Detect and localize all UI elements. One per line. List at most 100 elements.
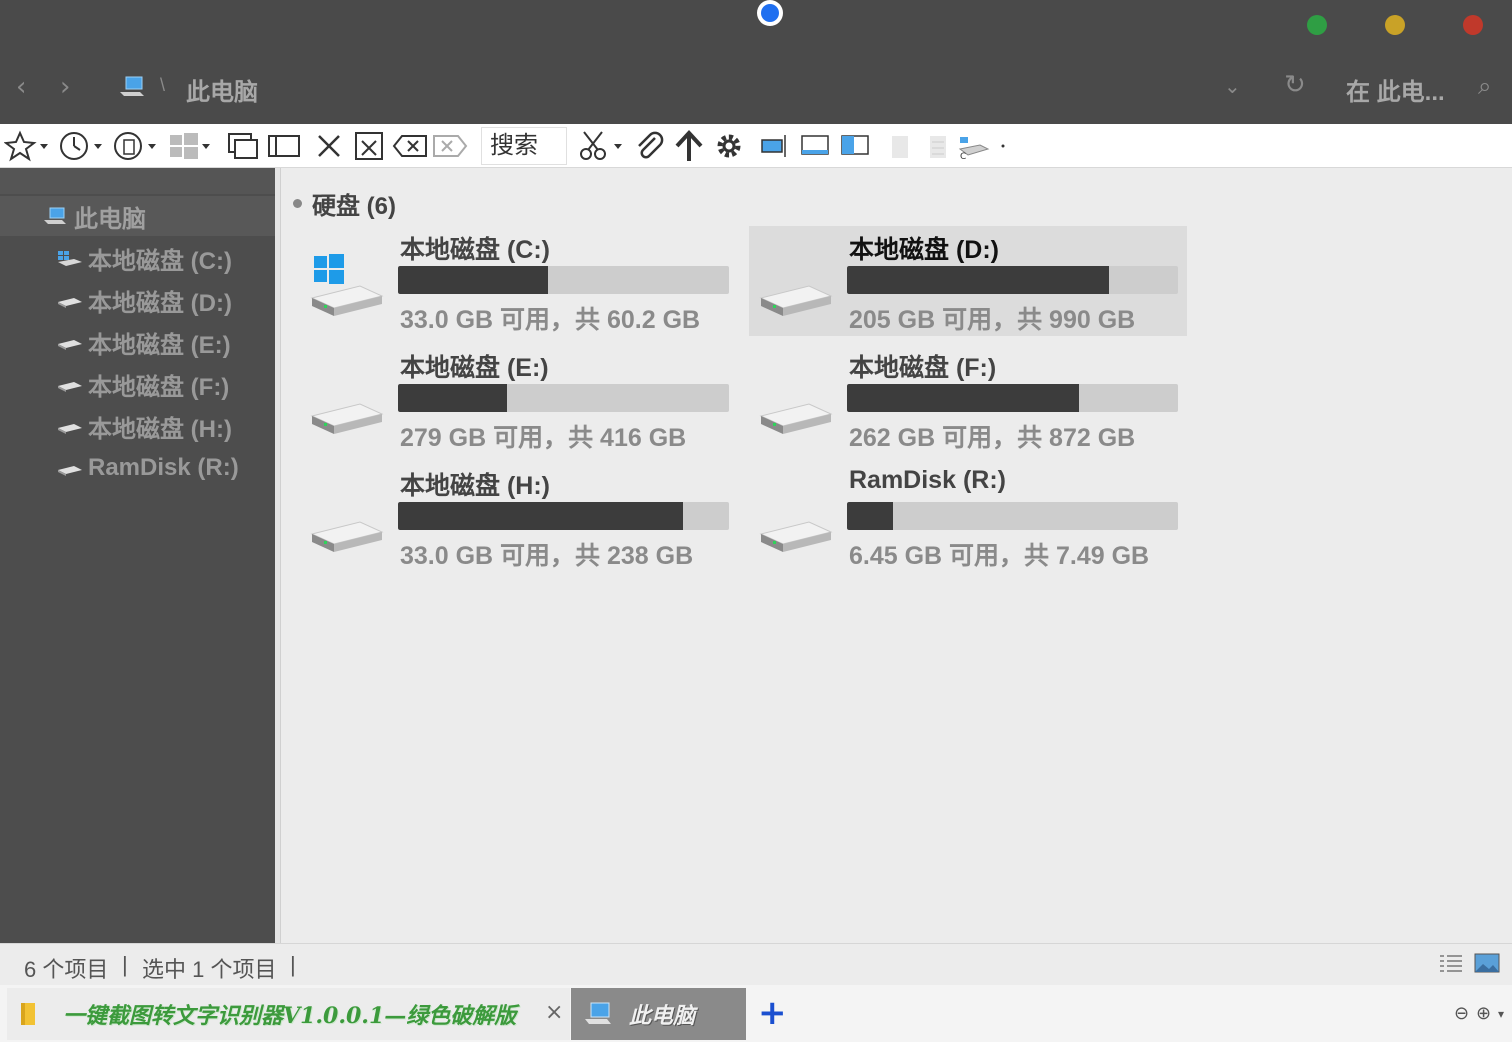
preview-pane-icon[interactable] bbox=[798, 130, 832, 162]
folder-icon bbox=[21, 1003, 35, 1025]
drive-name: 本地磁盘 (E:) bbox=[400, 354, 549, 382]
drive-capacity: 262 GB 可用，共 872 GB bbox=[849, 424, 1136, 452]
sidebar-item-this-pc[interactable]: 此电脑 bbox=[0, 196, 275, 236]
toolbar-search-button[interactable]: 搜索 bbox=[481, 127, 567, 165]
drive-capacity: 6.45 GB 可用，共 7.49 GB bbox=[849, 542, 1150, 570]
close-icon[interactable] bbox=[312, 130, 346, 162]
usage-bar bbox=[398, 384, 729, 412]
favorites-icon[interactable] bbox=[4, 130, 50, 162]
status-separator: | bbox=[122, 952, 128, 977]
record-indicator bbox=[757, 0, 783, 26]
sidebar-item-drive-c[interactable]: 本地磁盘 (C:) bbox=[56, 238, 232, 278]
usage-bar-fill bbox=[847, 502, 893, 530]
thumbnail-view-icon[interactable] bbox=[1474, 952, 1500, 974]
drive-shortcut-icon[interactable]: C bbox=[958, 130, 1008, 162]
tab-menu-chevron-icon[interactable]: ▾ bbox=[1498, 1007, 1504, 1021]
tab-label: 此电脑 bbox=[629, 1003, 696, 1029]
minimize-button[interactable] bbox=[1385, 15, 1405, 35]
group-title: 硬盘 (6) bbox=[312, 193, 396, 220]
scissors-icon[interactable] bbox=[578, 130, 626, 162]
new-window-icon[interactable] bbox=[224, 130, 262, 162]
select-layout-icon[interactable] bbox=[758, 130, 792, 162]
computer-icon bbox=[120, 76, 144, 96]
sidebar-item-drive-f[interactable]: 本地磁盘 (F:) bbox=[56, 364, 229, 404]
hard-drive-icon bbox=[759, 403, 833, 434]
history-icon[interactable] bbox=[58, 130, 104, 162]
breadcrumb-separator: \ bbox=[160, 75, 166, 95]
drive-name: 本地磁盘 (D:) bbox=[849, 236, 999, 264]
single-pane-icon[interactable] bbox=[884, 130, 916, 162]
details-view-icon[interactable] bbox=[1438, 952, 1464, 974]
sidebar-item-label: RamDisk (R:) bbox=[88, 454, 239, 481]
search-icon[interactable]: ⌕ bbox=[1478, 72, 1491, 100]
gear-icon[interactable] bbox=[712, 130, 746, 162]
tab-ocr-folder[interactable]: 一键截图转文字识别器V1.0.0.1—绿色破解版 × bbox=[7, 988, 570, 1040]
usage-bar-fill bbox=[847, 266, 1110, 294]
usage-bar-fill bbox=[398, 266, 548, 294]
sidebar-item-drive-e[interactable]: 本地磁盘 (E:) bbox=[56, 322, 231, 362]
usage-bar bbox=[847, 266, 1178, 294]
chevron-down-icon[interactable]: ⌄ bbox=[1224, 74, 1241, 99]
sidebar-item-label: 本地磁盘 (H:) bbox=[88, 415, 232, 443]
drive-icon bbox=[58, 298, 82, 308]
address-bar: ‹ › \ 此电脑 ⌄ ↻ 在 此电... ⌕ bbox=[0, 60, 1512, 116]
tab-this-pc[interactable]: 此电脑 bbox=[571, 988, 746, 1040]
search-input[interactable]: 在 此电... bbox=[1346, 72, 1445, 107]
sidebar-item-label: 本地磁盘 (D:) bbox=[88, 289, 232, 317]
drive-tile-ramdisk[interactable]: RamDisk (R:) 6.45 GB 可用，共 7.49 GB bbox=[749, 462, 1187, 572]
windows-menu-icon[interactable] bbox=[168, 130, 214, 162]
drive-tile-drive-f[interactable]: 本地磁盘 (F:) 262 GB 可用，共 872 GB bbox=[749, 344, 1187, 454]
tab-scroll-left-icon[interactable]: ⊖ bbox=[1454, 1003, 1469, 1024]
selection-count: 选中 1 个项目 bbox=[142, 957, 277, 982]
usage-bar bbox=[847, 384, 1178, 412]
drive-name: RamDisk (R:) bbox=[849, 466, 1006, 494]
drive-icon bbox=[58, 382, 82, 392]
close-tab-icon[interactable]: × bbox=[545, 1000, 563, 1025]
refresh-icon[interactable]: ↻ bbox=[1284, 70, 1306, 100]
title-bar: ‹ › \ 此电脑 ⌄ ↻ 在 此电... ⌕ bbox=[0, 0, 1512, 124]
hard-drive-icon bbox=[759, 521, 833, 552]
drive-icon bbox=[58, 466, 82, 476]
maximize-button[interactable] bbox=[1307, 15, 1327, 35]
hard-drive-icon bbox=[310, 403, 384, 434]
details-pane-icon[interactable] bbox=[838, 130, 872, 162]
usage-bar bbox=[398, 266, 729, 294]
usage-bar bbox=[847, 502, 1178, 530]
sidebar-item-ramdisk[interactable]: RamDisk (R:) bbox=[56, 448, 239, 488]
usage-bar-fill bbox=[398, 384, 507, 412]
sidebar-item-drive-d[interactable]: 本地磁盘 (D:) bbox=[56, 280, 232, 320]
back-icon[interactable]: ‹ bbox=[16, 72, 26, 102]
sidebar-item-label: 本地磁盘 (E:) bbox=[88, 331, 231, 359]
windows-drive-icon bbox=[310, 254, 384, 316]
computer-icon bbox=[44, 207, 66, 224]
status-separator: | bbox=[290, 952, 296, 977]
drive-icon bbox=[58, 424, 82, 434]
drive-name: 本地磁盘 (F:) bbox=[849, 354, 997, 382]
forward-icon[interactable]: › bbox=[60, 72, 70, 102]
sidebar-item-drive-h[interactable]: 本地磁盘 (H:) bbox=[56, 406, 232, 446]
sidebar-item-label: 本地磁盘 (C:) bbox=[88, 247, 232, 275]
drive-capacity: 279 GB 可用，共 416 GB bbox=[400, 424, 687, 452]
drive-tile-drive-c[interactable]: 本地磁盘 (C:) 33.0 GB 可用，共 60.2 GB bbox=[300, 226, 738, 336]
close-tab-icon[interactable] bbox=[352, 130, 386, 162]
new-tab-button[interactable]: + bbox=[758, 993, 787, 1033]
breadcrumb-this-pc[interactable]: 此电脑 bbox=[186, 72, 258, 107]
drive-tile-drive-e[interactable]: 本地磁盘 (E:) 279 GB 可用，共 416 GB bbox=[300, 344, 738, 454]
close-window-button[interactable] bbox=[1463, 15, 1483, 35]
paperclip-icon[interactable] bbox=[632, 130, 666, 162]
drive-tile-drive-d[interactable]: 本地磁盘 (D:) 205 GB 可用，共 990 GB bbox=[749, 226, 1187, 336]
recent-files-icon[interactable] bbox=[112, 130, 158, 162]
up-arrow-icon[interactable] bbox=[672, 130, 706, 162]
drive-icon bbox=[58, 340, 82, 350]
sidebar-item-label: 本地磁盘 (F:) bbox=[88, 373, 230, 401]
backspace-icon[interactable] bbox=[392, 130, 428, 162]
clear-icon[interactable] bbox=[432, 130, 468, 162]
list-pane-icon[interactable] bbox=[922, 130, 954, 162]
tab-label: 一键截图转文字识别器V1.0.0.1—绿色破解版 bbox=[63, 1003, 517, 1029]
group-header[interactable]: 硬盘 (6) bbox=[293, 186, 396, 221]
tab-scroll-right-icon[interactable]: ⊕ bbox=[1476, 1003, 1491, 1024]
usage-bar-fill bbox=[398, 502, 683, 530]
svg-text:C: C bbox=[960, 152, 966, 161]
drive-tile-drive-h[interactable]: 本地磁盘 (H:) 33.0 GB 可用，共 238 GB bbox=[300, 462, 738, 572]
pane-icon[interactable] bbox=[266, 130, 302, 162]
